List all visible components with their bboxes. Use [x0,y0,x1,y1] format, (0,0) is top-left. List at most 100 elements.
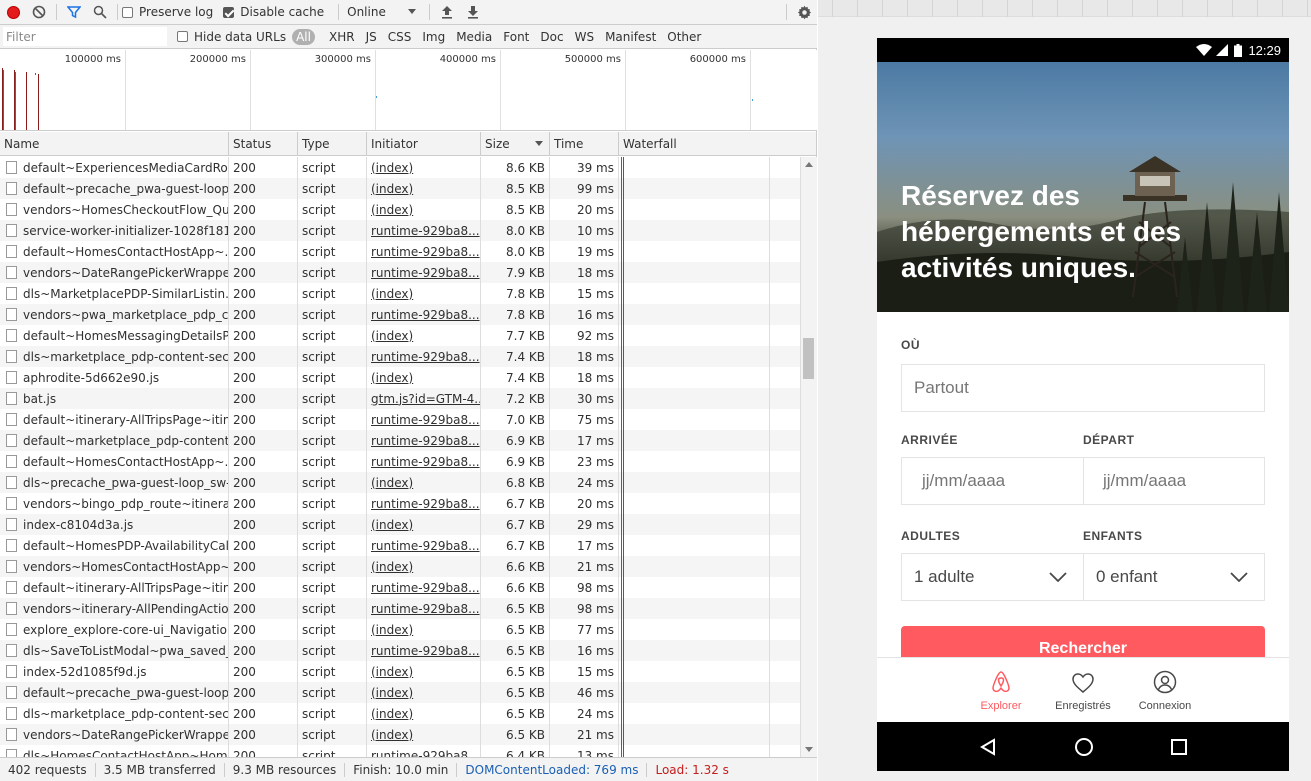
home-icon[interactable] [1074,737,1094,757]
type-filter-font[interactable]: Font [499,29,533,45]
request-row[interactable]: vendors~DateRangePickerWrappe... 200 scrip… [0,262,801,283]
arrival-date-input[interactable]: jj/mm/aaaa [901,457,1084,505]
request-row[interactable]: index-c8104d3a.js 200 script (index) 6.7 KB 2… [0,514,801,535]
initiator-link[interactable]: runtime-929ba8... [371,602,480,616]
initiator-link[interactable]: runtime-929ba8... [371,455,480,469]
scrollbar-thumb[interactable] [803,338,814,379]
adults-select[interactable]: 1 adulte [901,553,1084,601]
request-row[interactable]: default~precache_pwa-guest-loop... 200 scr… [0,682,801,703]
column-header-name[interactable]: Name [0,132,229,155]
request-row[interactable]: explore_explore-core-ui_Navigatio... 200 s… [0,619,801,640]
filter-input[interactable] [3,27,167,46]
import-har-button[interactable] [434,0,460,24]
request-row[interactable]: service-worker-initializer-1028f181.js 20… [0,220,801,241]
type-filter-all[interactable]: All [292,28,315,45]
initiator-link[interactable]: runtime-929ba8... [371,224,480,238]
request-row[interactable]: default~precache_pwa-guest-loop... 200 scr… [0,178,801,199]
search-button[interactable] [87,0,113,24]
back-icon[interactable] [979,737,997,756]
initiator-link[interactable]: (index) [371,371,413,385]
type-filter-css[interactable]: CSS [384,29,416,45]
export-har-button[interactable] [460,0,486,24]
initiator-link[interactable]: (index) [371,182,413,196]
filter-toggle-button[interactable] [61,0,87,24]
column-header-time[interactable]: Time [550,132,619,155]
clear-button[interactable] [26,0,52,24]
column-header-initiator[interactable]: Initiator [367,132,481,155]
initiator-link[interactable]: (index) [371,665,413,679]
column-header-size[interactable]: Size [481,132,550,155]
scroll-up-arrow-icon[interactable] [805,161,813,167]
request-row[interactable]: dls~marketplace_pdp-content-sect... 200 sc… [0,703,801,724]
initiator-link[interactable]: (index) [371,203,413,217]
initiator-link[interactable]: (index) [371,560,413,574]
request-row[interactable]: default~HomesMessagingDetailsP... 200 scri… [0,325,801,346]
where-input[interactable]: Partout [901,364,1265,412]
initiator-link[interactable]: runtime-929ba8... [371,434,480,448]
request-row[interactable]: vendors~bingo_pdp_route~itinera... 200 scr… [0,493,801,514]
initiator-link[interactable]: (index) [371,686,413,700]
request-row[interactable]: default~marketplace_pdp-content... 200 scr… [0,430,801,451]
initiator-link[interactable]: runtime-929ba8... [371,266,480,280]
initiator-link[interactable]: (index) [371,287,413,301]
initiator-link[interactable]: (index) [371,329,413,343]
request-row[interactable]: default~itinerary-AllTripsPage~itin... 20… [0,577,801,598]
initiator-link[interactable]: (index) [371,161,413,175]
request-row[interactable]: vendors~HomesContactHostApp~... 200 script… [0,556,801,577]
request-row[interactable]: vendors~itinerary-AllPendingActio... 200 s… [0,598,801,619]
initiator-link[interactable]: runtime-929ba8... [371,413,480,427]
initiator-link[interactable]: (index) [371,728,413,742]
type-filter-xhr[interactable]: XHR [325,29,359,45]
request-row[interactable]: dls~HomesContactHostApp~Hom... 200 script r… [0,745,801,757]
initiator-link[interactable]: (index) [371,518,413,532]
initiator-link[interactable]: runtime-929ba8... [371,644,480,658]
request-row[interactable]: bat.js 200 script gtm.js?id=GTM-4... 7.2 KB 3… [0,388,801,409]
type-filter-js[interactable]: JS [362,29,381,45]
request-row[interactable]: default~HomesPDP-AvailabilityCal... 200 sc… [0,535,801,556]
initiator-link[interactable]: (index) [371,476,413,490]
type-filter-manifest[interactable]: Manifest [601,29,660,45]
request-row[interactable]: vendors~HomesCheckoutFlow_Qu... 200 script… [0,199,801,220]
request-row[interactable]: default~itinerary-AllTripsPage~itin... 20… [0,409,801,430]
initiator-link[interactable]: runtime-929ba8... [371,245,480,259]
request-row[interactable]: index-52d1085f9d.js 200 script (index) 6.5 K… [0,661,801,682]
request-row[interactable]: default~HomesContactHostApp~... 200 script… [0,241,801,262]
hide-data-urls-checkbox[interactable]: Hide data URLs [177,30,286,44]
request-row[interactable]: vendors~DateRangePickerWrappe... 200 scrip… [0,724,801,745]
children-select[interactable]: 0 enfant [1084,553,1265,601]
request-row[interactable]: aphrodite-5d662e90.js 200 script (index) 7.4… [0,367,801,388]
request-row[interactable]: vendors~pwa_marketplace_pdp_c... 200 scrip… [0,304,801,325]
initiator-link[interactable]: runtime-929ba8... [371,581,480,595]
settings-button[interactable] [791,0,817,24]
initiator-link[interactable]: runtime-929ba8... [371,497,480,511]
request-row[interactable]: dls~marketplace_pdp-content-sect... 200 sc… [0,346,801,367]
initiator-link[interactable]: runtime-929ba8... [371,308,480,322]
throttle-select[interactable]: Online [343,5,421,19]
nav-login[interactable]: Connexion [1124,658,1206,722]
request-row[interactable]: dls~MarketplacePDP-SimilarListin... 200 sc… [0,283,801,304]
column-header-status[interactable]: Status [229,132,298,155]
request-row[interactable]: dls~precache_pwa-guest-loop_sw-... 200 scr… [0,472,801,493]
column-header-type[interactable]: Type [298,132,367,155]
request-row[interactable]: dls~SaveToListModal~pwa_saved_i... 200 scr… [0,640,801,661]
type-filter-doc[interactable]: Doc [536,29,567,45]
initiator-link[interactable]: (index) [371,707,413,721]
scroll-down-arrow-icon[interactable] [805,747,813,753]
recents-icon[interactable] [1170,738,1187,755]
record-button[interactable] [0,0,26,24]
type-filter-ws[interactable]: WS [571,29,598,45]
departure-date-input[interactable]: jj/mm/aaaa [1084,457,1265,505]
type-filter-img[interactable]: Img [418,29,449,45]
nav-saved[interactable]: Enregistrés [1042,658,1124,722]
initiator-link[interactable]: runtime-929ba8... [371,539,480,553]
preserve-log-checkbox[interactable]: Preserve log [122,5,213,19]
type-filter-other[interactable]: Other [663,29,705,45]
column-header-waterfall[interactable]: Waterfall [619,132,817,155]
initiator-link[interactable]: runtime-929ba8... [371,749,480,758]
request-row[interactable]: default~HomesContactHostApp~... 200 script… [0,451,801,472]
disable-cache-checkbox[interactable]: Disable cache [223,5,324,19]
nav-explore[interactable]: Explorer [960,658,1042,722]
requests-scrollbar[interactable] [801,157,817,757]
initiator-link[interactable]: (index) [371,623,413,637]
type-filter-media[interactable]: Media [452,29,496,45]
